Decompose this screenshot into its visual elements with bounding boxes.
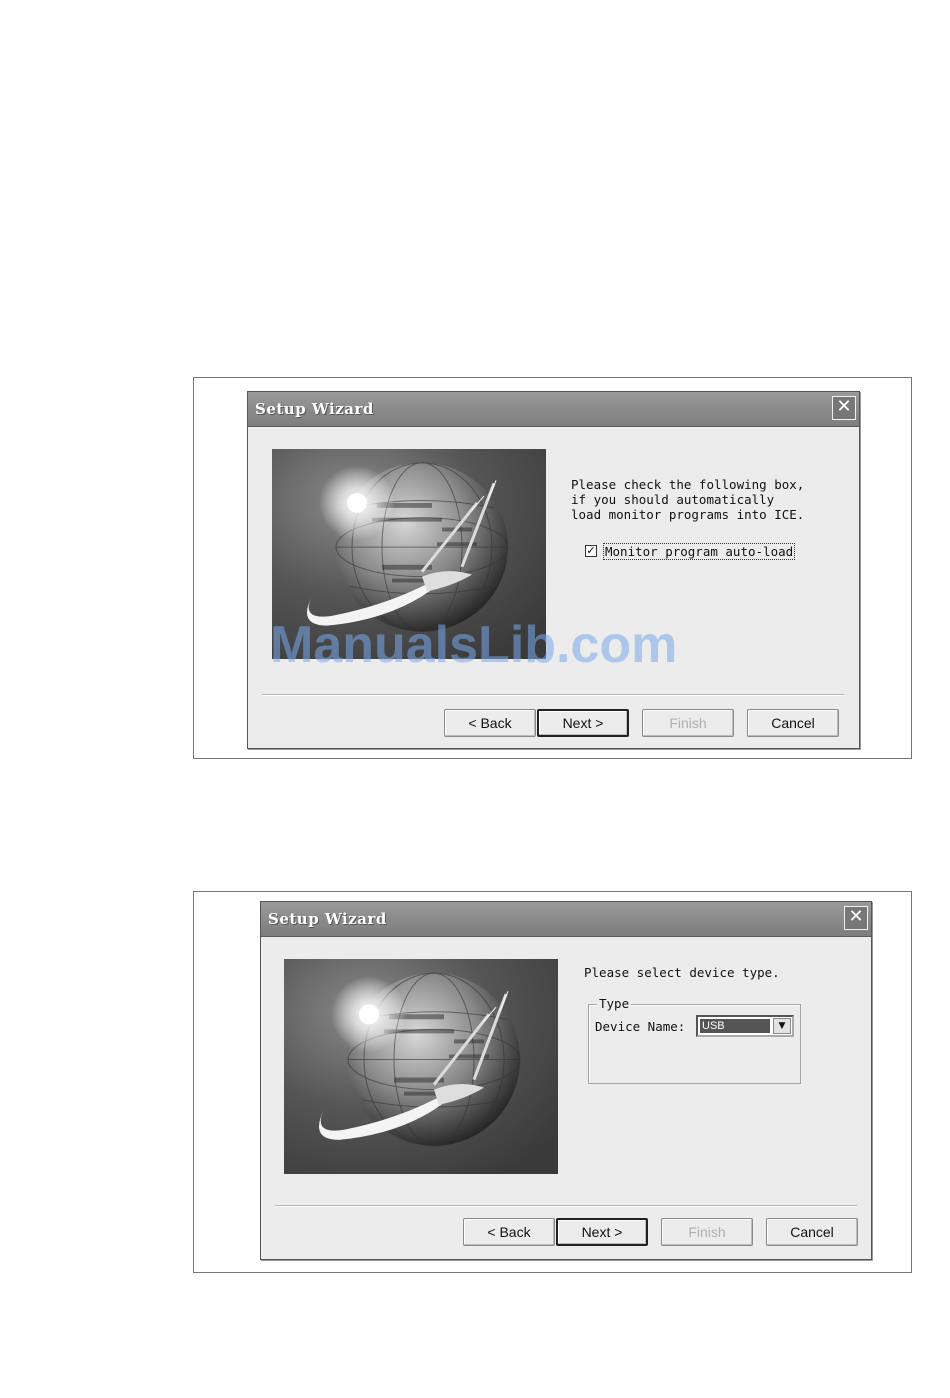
cancel-button[interactable]: Cancel <box>766 1218 858 1246</box>
device-name-select[interactable]: USB ▼ <box>696 1015 794 1037</box>
finish-button[interactable]: Finish <box>642 709 734 737</box>
device-name-selected-value: USB <box>700 1019 770 1033</box>
type-groupbox: Type Device Name: USB ▼ <box>588 996 801 1084</box>
window-title: Setup Wizard <box>268 910 387 928</box>
close-icon: ✕ <box>836 396 852 417</box>
checkmark-icon: ✓ <box>586 544 596 557</box>
finish-button[interactable]: Finish <box>661 1218 753 1246</box>
wizard-graphic-image <box>284 959 558 1174</box>
setup-wizard-dialog-2: Setup Wizard ✕ Please select device type… <box>260 901 872 1260</box>
globe-illustration <box>284 959 558 1174</box>
title-bar[interactable]: Setup Wizard ✕ <box>248 392 859 427</box>
next-button[interactable]: Next > <box>537 709 629 737</box>
monitor-autoload-checkbox[interactable]: ✓ <box>585 545 597 557</box>
globe-illustration <box>272 449 546 659</box>
button-separator <box>275 1205 857 1207</box>
button-separator <box>262 694 844 696</box>
instruction-line-3: load monitor programs into ICE. <box>571 507 805 522</box>
instruction-text: Please select device type. <box>584 965 780 980</box>
close-icon: ✕ <box>848 906 864 927</box>
dropdown-arrow-icon[interactable]: ▼ <box>773 1018 791 1034</box>
instruction-line-1: Please check the following box, <box>571 477 805 492</box>
device-name-label: Device Name: <box>595 1019 686 1034</box>
cancel-button[interactable]: Cancel <box>747 709 839 737</box>
close-button[interactable]: ✕ <box>844 906 868 930</box>
close-button[interactable]: ✕ <box>832 396 856 420</box>
back-button[interactable]: < Back <box>444 709 536 737</box>
title-bar[interactable]: Setup Wizard ✕ <box>261 902 871 937</box>
monitor-autoload-label[interactable]: Monitor program auto-load <box>603 543 796 560</box>
setup-wizard-dialog-1: Setup Wizard ✕ Please check the followin… <box>247 391 860 749</box>
back-button[interactable]: < Back <box>463 1218 555 1246</box>
next-button[interactable]: Next > <box>556 1218 648 1246</box>
instruction-line-2: if you should automatically <box>571 492 775 507</box>
type-group-legend: Type <box>597 996 632 1011</box>
wizard-graphic-image <box>272 449 546 659</box>
window-title: Setup Wizard <box>255 400 374 418</box>
